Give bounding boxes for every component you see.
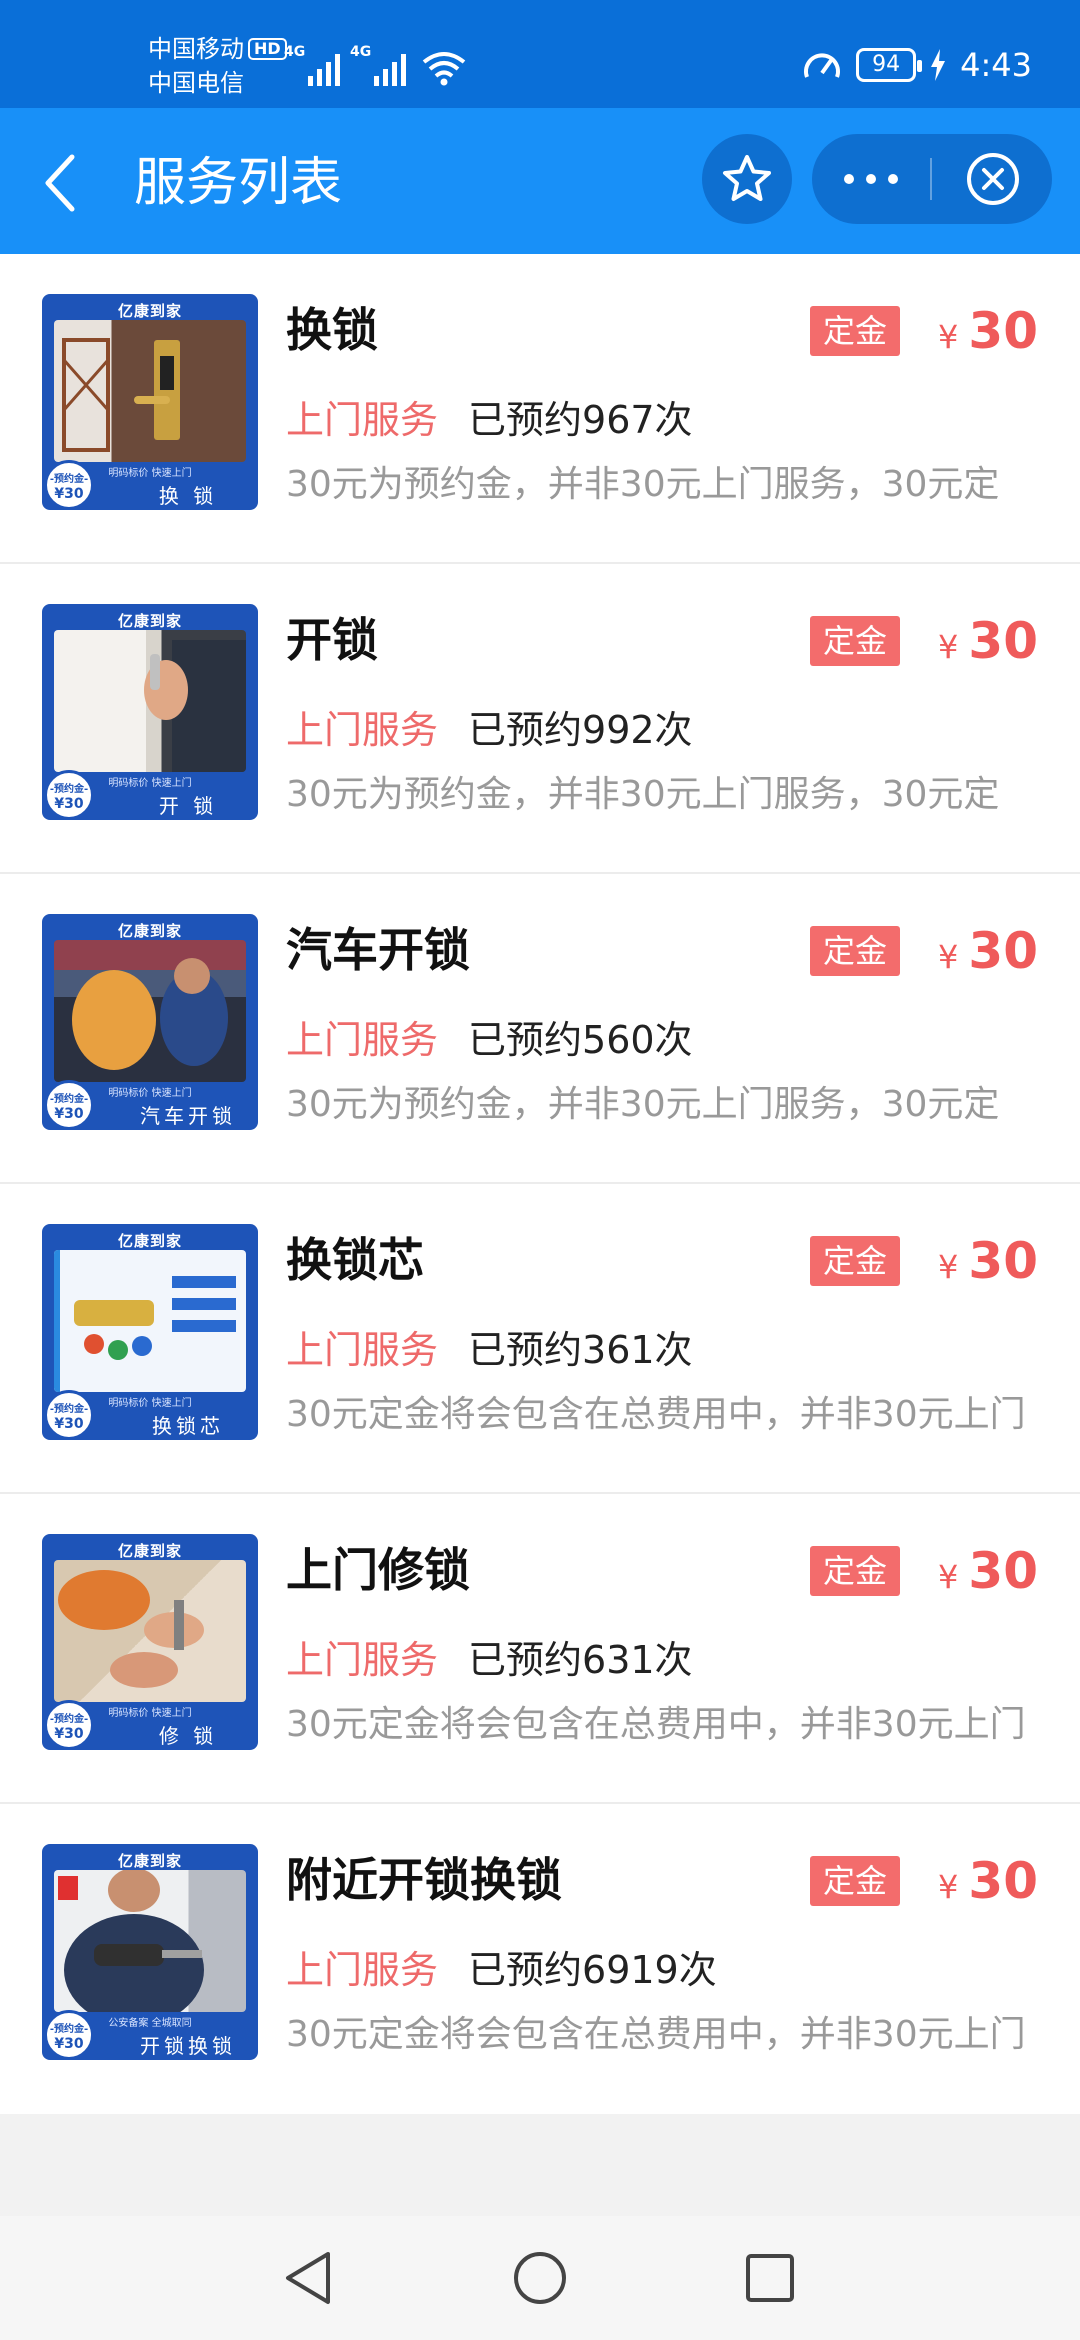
service-meta: 上门服务 已预约560次 bbox=[286, 1018, 693, 1062]
service-title: 汽车开锁 bbox=[286, 923, 470, 977]
carrier-1: 中国移动 bbox=[148, 35, 244, 63]
service-description: 30元为预约金，并非30元上门服务，30元定 bbox=[286, 1084, 1000, 1125]
service-item[interactable]: 亿康到家 明码标价 快速上门 汽车开锁 -预约金- ¥30 汽车开锁 定金 ¥30… bbox=[0, 874, 1080, 1184]
service-list: 亿康到家 明码标价 快速上门 换 锁 -预约金- ¥30 换锁 定金 ¥30 上门… bbox=[0, 254, 1080, 2114]
deposit-badge: -预约金- ¥30 bbox=[44, 1080, 94, 1130]
deposit-tag: 定金 bbox=[810, 616, 900, 666]
service-thumbnail: 亿康到家 明码标价 快速上门 修 锁 -预约金- ¥30 bbox=[42, 1534, 258, 1750]
photo-lock-cylinder bbox=[54, 1250, 246, 1392]
nav-back-button[interactable] bbox=[268, 2238, 348, 2318]
service-price: ¥30 bbox=[938, 1852, 1038, 1910]
service-title: 换锁芯 bbox=[286, 1233, 424, 1287]
service-thumbnail: 亿康到家 明码标价 快速上门 换 锁 -预约金- ¥30 bbox=[42, 294, 258, 510]
system-nav-bar bbox=[0, 2216, 1080, 2340]
star-icon bbox=[723, 155, 771, 201]
service-description: 30元定金将会包含在总费用中，并非30元上门 bbox=[286, 2014, 1026, 2055]
deposit-badge: -预约金- ¥30 bbox=[44, 770, 94, 820]
service-description: 30元为预约金，并非30元上门服务，30元定 bbox=[286, 464, 1000, 505]
service-item[interactable]: 亿康到家 明码标价 快速上门 开 锁 -预约金- ¥30 开锁 定金 ¥30 上门… bbox=[0, 564, 1080, 874]
clock: 4:43 bbox=[960, 46, 1032, 84]
photo-drill-worker bbox=[54, 1870, 246, 2012]
deposit-tag: 定金 bbox=[810, 306, 900, 356]
signal-indicators: 4G 4G bbox=[284, 42, 466, 86]
deposit-badge: -预约金- ¥30 bbox=[44, 460, 94, 510]
service-item[interactable]: 亿康到家 明码标价 快速上门 换锁芯 -预约金- ¥30 换锁芯 定金 ¥30 上… bbox=[0, 1184, 1080, 1494]
service-title: 上门修锁 bbox=[286, 1543, 470, 1597]
service-title: 附近开锁换锁 bbox=[286, 1853, 562, 1907]
page-title: 服务列表 bbox=[134, 153, 343, 213]
charging-icon bbox=[931, 49, 946, 81]
app-header: 服务列表 bbox=[0, 108, 1080, 254]
service-thumbnail: 亿康到家 公安备案 全城取同 开锁换锁 -预约金- ¥30 bbox=[42, 1844, 258, 2060]
speed-icon bbox=[804, 53, 841, 78]
service-price: ¥30 bbox=[938, 1542, 1038, 1600]
triangle-back-icon bbox=[286, 2252, 330, 2304]
carrier-info: 中国移动 HD 中国电信 bbox=[148, 32, 287, 100]
nav-home-button[interactable] bbox=[500, 2238, 580, 2318]
service-description: 30元定金将会包含在总费用中，并非30元上门 bbox=[286, 1704, 1026, 1745]
service-meta: 上门服务 已预约967次 bbox=[286, 398, 693, 442]
deposit-tag: 定金 bbox=[810, 1236, 900, 1286]
nav-recents-button[interactable] bbox=[730, 2238, 810, 2318]
status-right: 94 4:43 bbox=[802, 38, 1032, 92]
service-price: ¥30 bbox=[938, 922, 1038, 980]
service-meta: 上门服务 已预约6919次 bbox=[286, 1948, 717, 1992]
service-meta: 上门服务 已预约992次 bbox=[286, 708, 693, 752]
signal-2-icon: 4G bbox=[350, 44, 406, 86]
service-meta: 上门服务 已预约631次 bbox=[286, 1638, 693, 1682]
service-item[interactable]: 亿康到家 明码标价 快速上门 换 锁 -预约金- ¥30 换锁 定金 ¥30 上门… bbox=[0, 254, 1080, 564]
chevron-left-icon bbox=[45, 154, 75, 212]
deposit-tag: 定金 bbox=[810, 1856, 900, 1906]
hd-badge: HD bbox=[248, 38, 287, 60]
photo-unlocking bbox=[54, 630, 246, 772]
photo-lock-repair bbox=[54, 1560, 246, 1702]
deposit-tag: 定金 bbox=[810, 926, 900, 976]
photo-car-unlock bbox=[54, 940, 246, 1082]
service-item[interactable]: 亿康到家 明码标价 快速上门 修 锁 -预约金- ¥30 上门修锁 定金 ¥30 … bbox=[0, 1494, 1080, 1804]
service-price: ¥30 bbox=[938, 302, 1038, 360]
deposit-badge: -预约金- ¥30 bbox=[44, 1390, 94, 1440]
service-price: ¥30 bbox=[938, 1232, 1038, 1290]
close-button[interactable] bbox=[934, 134, 1052, 224]
service-title: 换锁 bbox=[286, 303, 378, 357]
miniapp-capsule bbox=[812, 134, 1052, 224]
service-item[interactable]: 亿康到家 公安备案 全城取同 开锁换锁 -预约金- ¥30 附近开锁换锁 定金 ¥… bbox=[0, 1804, 1080, 2114]
signal-1-icon: 4G bbox=[284, 44, 340, 86]
service-thumbnail: 亿康到家 明码标价 快速上门 开 锁 -预约金- ¥30 bbox=[42, 604, 258, 820]
deposit-badge: -预约金- ¥30 bbox=[44, 2010, 94, 2060]
service-price: ¥30 bbox=[938, 612, 1038, 670]
service-meta: 上门服务 已预约361次 bbox=[286, 1328, 693, 1372]
deposit-badge: -预约金- ¥30 bbox=[44, 1700, 94, 1750]
wifi-icon bbox=[422, 52, 466, 86]
more-button[interactable] bbox=[812, 134, 930, 224]
service-thumbnail: 亿康到家 明码标价 快速上门 换锁芯 -预约金- ¥30 bbox=[42, 1224, 258, 1440]
status-bar: 中国移动 HD 中国电信 4G 4G 94 4:43 bbox=[0, 0, 1080, 108]
back-button[interactable] bbox=[40, 138, 100, 228]
carrier-2: 中国电信 bbox=[148, 69, 244, 97]
service-description: 30元为预约金，并非30元上门服务，30元定 bbox=[286, 774, 1000, 815]
favorite-button[interactable] bbox=[702, 134, 792, 224]
deposit-tag: 定金 bbox=[810, 1546, 900, 1596]
service-thumbnail: 亿康到家 明码标价 快速上门 汽车开锁 -预约金- ¥30 bbox=[42, 914, 258, 1130]
more-dots-icon bbox=[844, 174, 898, 184]
capsule-divider bbox=[930, 158, 932, 200]
service-description: 30元定金将会包含在总费用中，并非30元上门 bbox=[286, 1394, 1026, 1435]
circle-home-icon bbox=[514, 2252, 566, 2304]
service-title: 开锁 bbox=[286, 613, 378, 667]
close-circle-icon bbox=[967, 153, 1019, 205]
square-recents-icon bbox=[746, 2254, 794, 2302]
battery-icon: 94 bbox=[856, 48, 923, 82]
photo-door-lock bbox=[54, 320, 246, 462]
